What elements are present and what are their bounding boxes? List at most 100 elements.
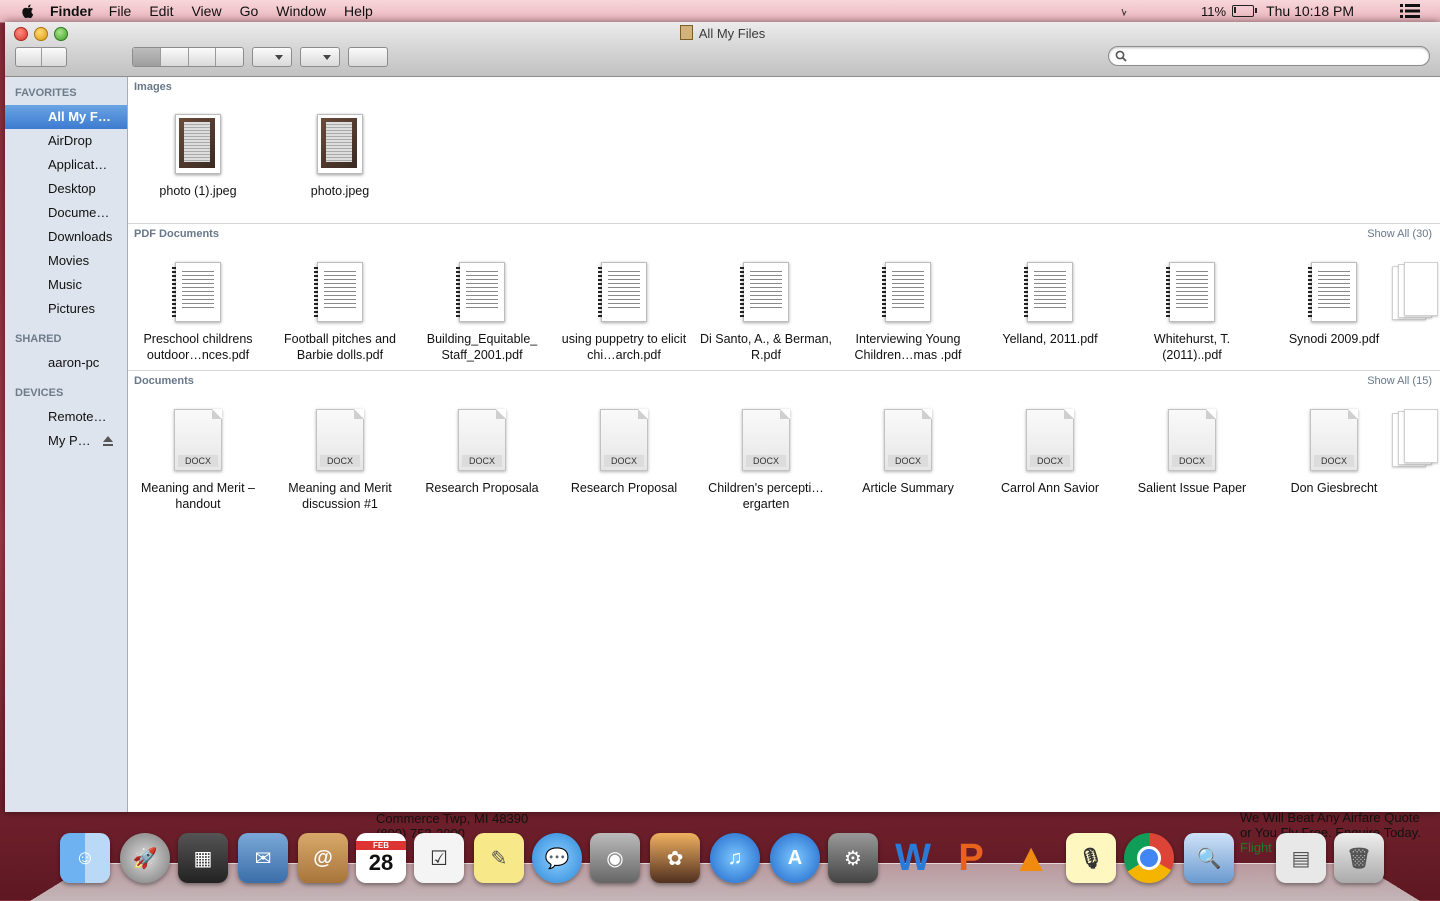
file-item[interactable]: photo (1).jpeg [128, 114, 268, 199]
file-item[interactable]: Yelland, 2011.pdf [980, 262, 1120, 347]
address-line: Commerce Twp, MI 48390 [376, 811, 529, 826]
title-bar[interactable]: All My Files [5, 22, 1440, 77]
back-forward-control [15, 47, 67, 67]
column-view-button[interactable] [189, 48, 217, 66]
sidebar-item-remote-disc[interactable]: Remote… [5, 405, 127, 429]
sidebar-item-pictures[interactable]: Pictures [5, 297, 127, 321]
docx-badge: DOCX [462, 455, 502, 467]
document-stack-dock-icon[interactable]: ▤ [1276, 833, 1326, 883]
image-thumbnail [317, 114, 363, 174]
icon-view-button[interactable] [133, 48, 161, 66]
battery-percent[interactable]: 11% [1201, 4, 1226, 19]
facetime-dock-icon[interactable]: ◉ [590, 833, 640, 883]
cover-flow-button[interactable] [216, 48, 243, 66]
sidebar-item-my-passport[interactable]: My P… [5, 429, 127, 453]
word-dock-icon[interactable]: W [888, 833, 938, 883]
trash-dock-icon[interactable]: 🗑 [1334, 833, 1384, 883]
list-view-button[interactable] [161, 48, 189, 66]
mail-dock-icon[interactable]: ✉ [238, 833, 288, 883]
battery-icon[interactable] [1232, 5, 1258, 17]
menu-clock[interactable]: Thu 10:18 PM [1266, 3, 1354, 19]
powerpoint-dock-icon[interactable]: P [946, 833, 996, 883]
forward-button[interactable] [42, 48, 67, 66]
system-preferences-dock-icon[interactable]: ⚙ [828, 833, 878, 883]
docx-thumbnail: DOCX [174, 409, 222, 471]
menu-window[interactable]: Window [276, 3, 326, 19]
share-button[interactable] [348, 47, 388, 67]
preview-dock-icon[interactable]: 🔍 [1184, 833, 1234, 883]
menu-go[interactable]: Go [240, 3, 259, 19]
sidebar-item-all-my-files[interactable]: All My F… [5, 105, 127, 129]
finder-menu[interactable]: Finder [50, 3, 93, 19]
calendar-month: FEB [356, 840, 406, 850]
contacts-dock-icon[interactable]: @ [298, 833, 348, 883]
file-item[interactable]: Building_Equitable_ Staff_2001.pdf [412, 262, 552, 363]
window-title-text: All My Files [698, 26, 766, 41]
file-item[interactable]: Whitehurst, T. (2011)..pdf [1122, 262, 1262, 363]
iphoto-dock-icon[interactable]: ✿ [650, 833, 700, 883]
sidebar-item-airdrop[interactable]: AirDrop [5, 129, 127, 153]
show-all-documents-link[interactable]: Show All (15) [1367, 375, 1432, 387]
apple-menu-icon[interactable] [20, 3, 36, 19]
action-button[interactable] [300, 47, 340, 67]
file-item[interactable]: photo.jpeg [270, 114, 410, 199]
file-name: Interviewing Young Children…mas .pdf [854, 332, 962, 362]
docx-badge: DOCX [1030, 455, 1070, 467]
section-header: Images [134, 81, 172, 93]
file-item[interactable]: DOCX Don Giesbrecht [1264, 409, 1404, 496]
notification-center-icon[interactable] [1400, 4, 1420, 18]
calendar-dock-icon[interactable]: FEB 28 [356, 833, 406, 883]
dictation-dock-icon[interactable]: 🎙 [1066, 833, 1116, 883]
menu-view[interactable]: View [191, 3, 221, 19]
eject-icon[interactable] [103, 436, 113, 446]
itunes-dock-icon[interactable]: ♫ [710, 833, 760, 883]
wifi-icon[interactable] [1121, 6, 1131, 16]
sidebar-item-aaron-pc[interactable]: aaron-pc [5, 351, 127, 375]
app-store-dock-icon[interactable]: A [770, 833, 820, 883]
chrome-dock-icon[interactable] [1124, 833, 1174, 883]
pdf-thumbnail [1024, 262, 1073, 322]
arrange-button[interactable] [252, 47, 292, 67]
reminders-dock-icon[interactable]: ☑ [414, 833, 464, 883]
sidebar-item-downloads[interactable]: Downloads [5, 225, 127, 249]
file-item[interactable]: DOCX Children's percepti…ergarten [696, 409, 836, 512]
search-field[interactable] [1108, 46, 1430, 66]
sidebar: FAVORITES All My F… AirDrop Applicat… De… [5, 77, 128, 812]
file-name: Meaning and Merit discussion #1 [288, 481, 392, 511]
sidebar-item-documents[interactable]: Docume… [5, 201, 127, 225]
notes-dock-icon[interactable]: ✎ [474, 833, 524, 883]
file-item[interactable]: DOCX Research Proposala [412, 409, 552, 496]
sidebar-item-applications[interactable]: Applicat… [5, 153, 127, 177]
finder-dock-icon[interactable]: ☺ [60, 833, 110, 883]
file-item[interactable]: DOCX Salient Issue Paper [1122, 409, 1262, 496]
vlc-dock-icon[interactable]: ▲ [1006, 833, 1056, 883]
file-item[interactable]: Di Santo, A., & Berman, R.pdf [696, 262, 836, 363]
file-item[interactable]: Football pitches and Barbie dolls.pdf [270, 262, 410, 363]
file-name: Salient Issue Paper [1137, 481, 1247, 495]
menu-help[interactable]: Help [344, 3, 373, 19]
file-item[interactable]: DOCX Article Summary [838, 409, 978, 496]
sidebar-item-music[interactable]: Music [5, 273, 127, 297]
file-item[interactable]: DOCX Research Proposal [554, 409, 694, 496]
menu-file[interactable]: File [109, 3, 132, 19]
more-documents-stack-icon[interactable] [1392, 409, 1438, 469]
sidebar-item-movies[interactable]: Movies [5, 249, 127, 273]
more-pdf-stack-icon[interactable] [1392, 262, 1438, 322]
launchpad-dock-icon[interactable]: 🚀 [120, 833, 170, 883]
file-item[interactable]: using puppetry to elicit chi…arch.pdf [554, 262, 694, 363]
sidebar-item-desktop[interactable]: Desktop [5, 177, 127, 201]
mission-control-dock-icon[interactable]: ▦ [178, 833, 228, 883]
messages-dock-icon[interactable]: 💬 [532, 833, 582, 883]
back-button[interactable] [16, 48, 42, 66]
ad-link[interactable]: Flight [1240, 840, 1421, 855]
file-item[interactable]: DOCX Meaning and Merit discussion #1 [270, 409, 410, 512]
file-item[interactable]: Synodi 2009.pdf [1264, 262, 1404, 347]
search-input[interactable] [1133, 49, 1427, 65]
pdf-thumbnail [598, 262, 647, 322]
file-item[interactable]: DOCX Meaning and Merit – handout [128, 409, 268, 512]
file-item[interactable]: Interviewing Young Children…mas .pdf [838, 262, 978, 363]
show-all-pdf-link[interactable]: Show All (30) [1367, 228, 1432, 240]
file-item[interactable]: DOCX Carrol Ann Savior [980, 409, 1120, 496]
file-item[interactable]: Preschool childrens outdoor…nces.pdf [128, 262, 268, 363]
menu-edit[interactable]: Edit [149, 3, 173, 19]
